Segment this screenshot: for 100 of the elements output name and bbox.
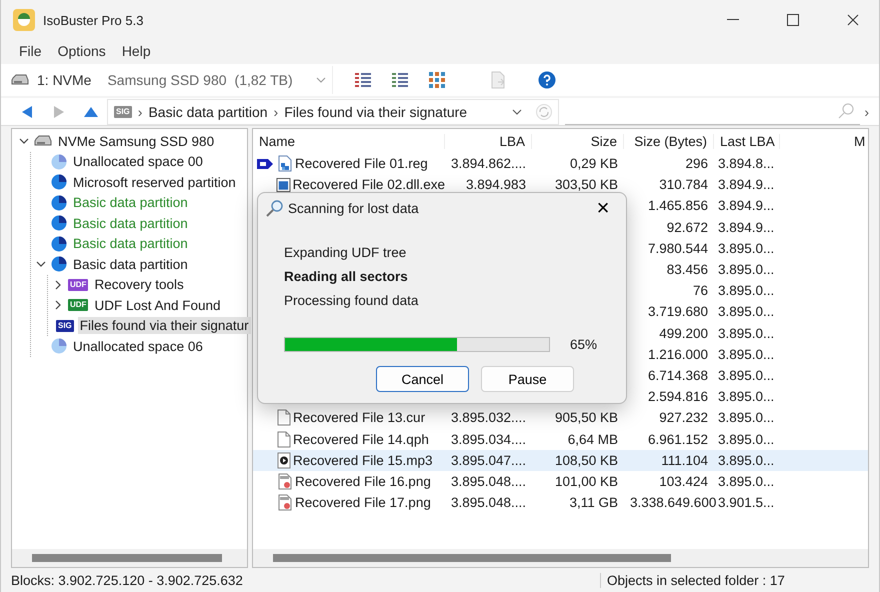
help-icon[interactable] — [538, 71, 556, 89]
window-title: IsoBuster Pro 5.3 — [43, 12, 144, 28]
drive-icon — [11, 74, 29, 86]
refresh-icon — [536, 104, 552, 120]
table-cell-text: 3.895.0... — [717, 474, 776, 489]
pie-chart-icon — [51, 174, 67, 190]
file-row[interactable]: Recovered File 13.cur 3.895.032.... 905,50 KB 927.232 3.895.0... — [253, 407, 868, 428]
more-chevron[interactable]: › — [864, 104, 869, 120]
column-header[interactable]: Name — [253, 134, 445, 148]
tree-item[interactable]: Microsoft reserved partition — [71, 174, 238, 191]
table-cell-text: 3.895.0... — [717, 452, 776, 468]
scan-step: Expanding UDF tree — [284, 245, 600, 261]
file-name: Recovered File 15.mp3 — [293, 452, 433, 468]
table-cell-text: 3.338.649.600 — [629, 495, 714, 510]
tree-item[interactable]: Files found via their signatur — [78, 317, 251, 334]
breadcrumb-item[interactable]: Basic data partition — [148, 104, 268, 120]
dialog-button[interactable]: Cancel — [376, 366, 469, 392]
file-icon — [277, 430, 291, 448]
magnifier-icon — [266, 199, 284, 217]
table-cell-text: 83.456 — [666, 262, 709, 278]
collapse-chevron-icon[interactable] — [36, 259, 46, 270]
table-cell-text: 3.719.680 — [646, 304, 709, 320]
drive-icon — [34, 135, 52, 148]
expand-chevron-icon[interactable] — [53, 280, 63, 290]
file-row[interactable]: Recovered File 02.dll.exe 3.894.983 303,50 KB 310.784 3.894.9... — [253, 174, 868, 196]
table-cell-text: 92.672 — [666, 220, 709, 235]
close-button[interactable]: × — [588, 197, 618, 219]
device-size: (1,82 TB) — [234, 72, 293, 88]
table-cell-text: 3.895.0... — [717, 283, 776, 298]
tree-item[interactable]: NVMe Samsung SSD 980 — [56, 132, 216, 150]
tree-item[interactable]: UDF Lost And Found — [92, 296, 223, 314]
breadcrumb-item[interactable]: Files found via their signature — [284, 104, 468, 120]
file-row[interactable]: Recovered File 15.mp3 3.895.047.... 108,50 KB 111.104 3.895.0... — [253, 450, 868, 471]
breadcrumb-bar[interactable]: SIG › Basic data partition › Files found via their signature — [107, 98, 559, 124]
pie-chart-icon — [51, 154, 67, 170]
table-cell-text: 3.895.032.... — [450, 410, 528, 426]
table-cell-text: 3.894.9... — [717, 177, 776, 192]
pie-chart-icon — [51, 215, 67, 232]
pie-chart-icon — [51, 194, 67, 211]
thumbnail-view-icon[interactable] — [428, 71, 446, 89]
menu-item[interactable]: Options — [50, 43, 114, 59]
folder-tag: UDF — [68, 299, 88, 312]
column-header[interactable]: Size — [532, 134, 624, 148]
scan-step: Reading all sectors — [284, 269, 600, 285]
pie-chart-icon — [51, 236, 67, 252]
tree-item[interactable]: Recovery tools — [92, 276, 186, 294]
table-cell-text: 0,29 KB — [568, 156, 619, 172]
file-row[interactable]: Recovered File 17.png 3.895.048.... 3,11 GB 3.338.649.6003.901.5... — [253, 492, 868, 514]
registry-file-icon — [277, 155, 293, 172]
list-view-icon[interactable] — [354, 71, 372, 89]
image-file-icon — [277, 472, 293, 490]
maximize-icon[interactable] — [787, 14, 799, 26]
table-cell-text: 3.895.0... — [717, 346, 776, 362]
tree-item[interactable]: Basic data partition — [71, 256, 190, 273]
minimize-icon[interactable] — [727, 19, 739, 21]
horizontal-scrollbar[interactable] — [253, 549, 868, 567]
status-text: Blocks: 3.902.725.120 - 3.902.725.632 — [11, 572, 601, 588]
menu-item[interactable]: File — [11, 43, 50, 59]
column-header[interactable]: Last LBA — [714, 134, 780, 148]
dropdown-caret-icon — [512, 108, 522, 114]
tree-item[interactable]: Basic data partition — [71, 194, 190, 212]
menu-item[interactable]: Help — [114, 43, 159, 59]
dialog-button[interactable]: Pause — [481, 366, 574, 392]
table-cell-text: 3.895.0... — [717, 304, 776, 320]
device-model: Samsung SSD 980 — [107, 72, 227, 88]
table-cell-text: 6.961.152 — [646, 432, 709, 447]
expand-chevron-icon[interactable] — [53, 300, 63, 310]
table-cell-text: 3.895.0... — [717, 432, 776, 447]
tree-item[interactable]: Basic data partition — [71, 235, 190, 252]
table-cell-text: 3.894.983 — [464, 177, 527, 192]
close-icon[interactable] — [847, 14, 859, 26]
up-arrow-icon[interactable] — [84, 106, 98, 116]
device-id: 1: NVMe — [37, 72, 92, 88]
table-cell-text: 303,50 KB — [554, 177, 619, 192]
table-cell-text: 101,00 KB — [554, 474, 619, 489]
column-header[interactable]: M — [854, 134, 868, 148]
file-row[interactable]: Recovered File 01.reg 3.894.862.... 0,29 KB 296 3.894.8... — [253, 153, 868, 174]
file-row[interactable]: Recovered File 14.qph 3.895.034.... 6,64 MB 6.961.152 3.895.0... — [253, 428, 868, 450]
tree-item[interactable]: Basic data partition — [71, 214, 190, 232]
dropdown-caret-icon — [316, 77, 326, 83]
tree-item[interactable]: Unallocated space 00 — [71, 153, 205, 170]
table-cell-text: 3.895.047.... — [450, 452, 528, 468]
table-cell-text: 108,50 KB — [554, 452, 619, 468]
column-header[interactable]: Size (Bytes) — [624, 134, 714, 148]
table-cell-text: 3.895.048.... — [450, 495, 528, 510]
table-cell-text: 1.216.000 — [646, 346, 709, 362]
horizontal-scrollbar[interactable] — [12, 549, 247, 567]
collapse-chevron-icon[interactable] — [19, 136, 29, 146]
file-row[interactable]: Recovered File 16.png 3.895.048.... 101,00 KB 103.424 3.895.0... — [253, 470, 868, 492]
table-cell-text: 1.465.856 — [646, 198, 709, 214]
column-header[interactable]: LBA — [445, 134, 532, 148]
table-cell-text: 103.424 — [658, 474, 709, 489]
table-cell-text: 2.594.816 — [646, 389, 709, 404]
tree-item[interactable]: Unallocated space 06 — [71, 338, 205, 355]
table-cell-text: 905,50 KB — [554, 410, 619, 426]
table-cell-text: 3.895.0... — [717, 389, 776, 404]
back-arrow-icon[interactable] — [22, 106, 32, 118]
table-cell-text: 3.894.862.... — [450, 156, 528, 172]
list-view-icon[interactable] — [391, 71, 409, 89]
folder-tag: UDF — [68, 278, 88, 291]
